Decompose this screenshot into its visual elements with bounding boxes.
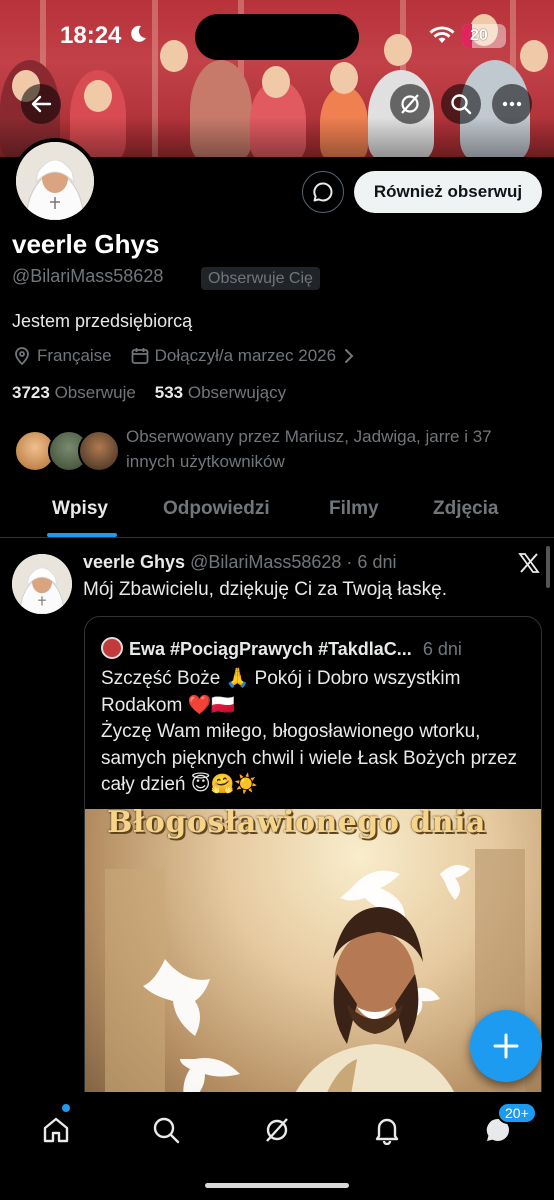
post-handle-time: @BilariMass58628 · 6 dni: [190, 552, 397, 572]
quoted-author-name: Ewa #PociągPrawych #TakdlaC...: [129, 639, 412, 659]
profile-bio: Jestem przedsiębiorcą: [12, 311, 193, 331]
following-link[interactable]: 3723 Obserwuje: [12, 383, 136, 402]
post-text: Mój Zbawicielu, dziękuję Ci za Twoją łas…: [83, 579, 447, 600]
back-arrow-icon: [31, 95, 52, 113]
follow-back-button[interactable]: Również obserwuj: [354, 171, 542, 213]
profile-name: veerle Ghys: [12, 229, 160, 259]
compose-plus-icon: [493, 1033, 519, 1059]
follows-you-badge: Obserwuje Cię: [201, 267, 320, 290]
post-header: veerle Ghys @BilariMass58628 · 6 dni: [83, 552, 396, 573]
post-author-name[interactable]: veerle Ghys: [83, 552, 185, 572]
home-indicator[interactable]: [205, 1183, 349, 1188]
nav-grok[interactable]: [257, 1110, 297, 1150]
location-icon: [15, 347, 29, 366]
grok-button[interactable]: [390, 84, 430, 124]
jesus-doves-illustration: [105, 849, 525, 1115]
nav-home[interactable]: [36, 1110, 76, 1150]
search-icon: [451, 94, 472, 115]
followed-by-row[interactable]: Obserwowany przez Mariusz, Jadwiga, jarr…: [12, 424, 552, 478]
following-label: Obserwuje: [54, 383, 136, 402]
more-icon: [502, 101, 522, 107]
search-icon: [153, 1117, 180, 1144]
home-icon: [43, 1117, 69, 1143]
grok-icon: [266, 1118, 288, 1142]
bell-icon: [375, 1118, 399, 1145]
active-tab-indicator: [47, 533, 117, 537]
back-button[interactable]: [21, 84, 61, 124]
quoted-text-line2: Życzę Wam miłego, błogosławionego wtorku…: [101, 721, 518, 795]
x-logo-icon: [518, 553, 540, 573]
messages-badge: 20+: [497, 1102, 537, 1124]
profile-avatar[interactable]: [12, 138, 98, 224]
followed-by-text: Obserwowany przez Mariusz, Jadwiga, jarr…: [126, 427, 492, 471]
quoted-post-time: 6 dni: [422, 639, 462, 659]
followers-label: Obserwujący: [187, 383, 287, 402]
quoted-post-text: Szczęść Boże 🙏 Pokój i Dobro wszystkim R…: [101, 666, 531, 799]
profile-handle: @BilariMass58628: [12, 266, 164, 286]
dynamic-island: [195, 14, 359, 60]
followers-count: 533: [154, 383, 184, 402]
quoted-post-header: Ewa #PociągPrawych #TakdlaC... 6 dni: [101, 637, 462, 660]
message-icon: [313, 182, 333, 202]
quoted-author-avatar: [101, 637, 123, 659]
profile-joined-date: Dołączył/a marzec 2026: [154, 346, 337, 365]
battery-level: 20: [470, 27, 488, 44]
moon-icon: [131, 25, 146, 42]
quoted-post-image[interactable]: Błogosławionego dnia: [85, 809, 541, 1115]
following-count: 3723: [12, 383, 50, 402]
status-time: 18:24: [60, 22, 122, 49]
followers-link[interactable]: 533 Obserwujący: [155, 383, 286, 402]
search-button[interactable]: [441, 84, 481, 124]
scrollbar[interactable]: [546, 546, 550, 588]
more-button[interactable]: [492, 84, 532, 124]
tab-replies[interactable]: Odpowiedzi: [163, 498, 270, 520]
profile-tabs: Wpisy Odpowiedzi Filmy Zdjęcia: [0, 482, 554, 538]
post-author-avatar[interactable]: [12, 554, 72, 614]
chevron-right-icon[interactable]: [342, 348, 356, 364]
profile-meta: Française Dołączył/a marzec 2026: [12, 344, 361, 368]
wifi-icon: [429, 26, 455, 43]
follower-avatar: [78, 430, 120, 472]
home-notification-dot: [62, 1104, 70, 1112]
grok-icon: [401, 94, 419, 114]
calendar-icon: [131, 348, 149, 364]
nav-search[interactable]: [146, 1110, 186, 1150]
profile-stats: 3723 Obserwuje 533 Obserwujący: [12, 383, 286, 403]
tab-photos[interactable]: Zdjęcia: [433, 498, 498, 520]
profile-location: Française: [37, 346, 112, 365]
quoted-text-line1: Szczęść Boże 🙏 Pokój i Dobro wszystkim R…: [101, 668, 461, 716]
message-button[interactable]: [302, 171, 344, 213]
tab-posts[interactable]: Wpisy: [52, 498, 108, 520]
image-caption: Błogosławionego dnia: [107, 809, 486, 840]
compose-button[interactable]: [470, 1010, 542, 1082]
tab-videos[interactable]: Filmy: [329, 498, 379, 520]
nav-notifications[interactable]: [367, 1110, 407, 1150]
status-bar: 18:24 20: [0, 0, 554, 72]
